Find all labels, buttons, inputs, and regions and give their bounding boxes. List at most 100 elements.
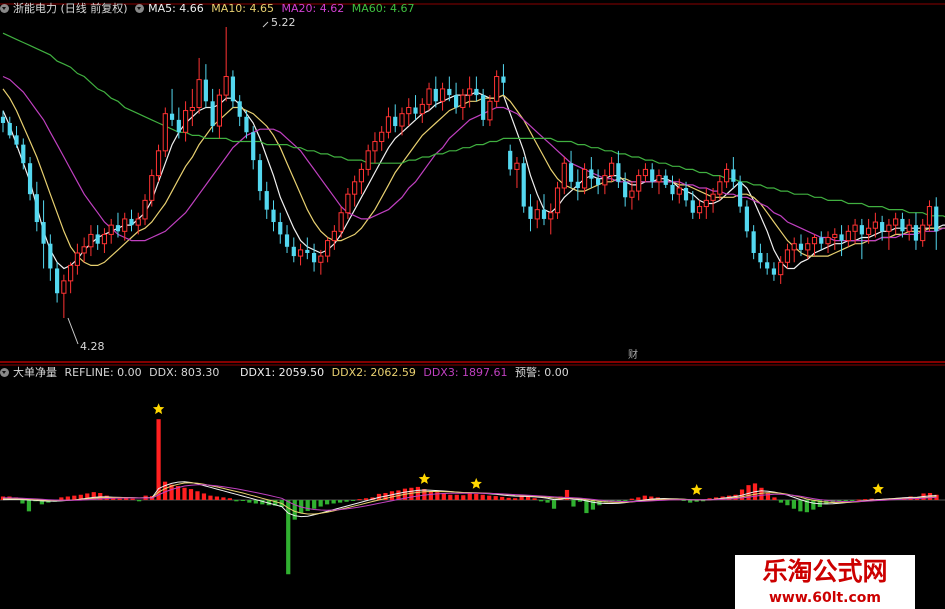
candle-body — [331, 230, 337, 242]
ddx-bar-positive — [474, 493, 479, 500]
candle-up — [365, 144, 371, 176]
candle-down — [771, 262, 777, 281]
candle-up — [467, 76, 473, 108]
ma10-label: MA10: 4.65 — [211, 2, 275, 15]
candle-down — [521, 157, 526, 213]
moving-average-lines — [2, 32, 945, 270]
candle-up — [61, 274, 67, 318]
candle-body — [623, 181, 628, 198]
ddx-bar-positive — [467, 493, 472, 500]
candle-body — [162, 113, 168, 152]
candle-body — [230, 76, 236, 102]
candle-body — [379, 131, 385, 143]
candle-body — [413, 107, 418, 114]
candle-up — [182, 101, 189, 142]
stock-title[interactable]: 浙能电力 (日线 前复权) — [13, 2, 128, 15]
candle-up — [318, 249, 324, 275]
candle-body — [880, 222, 885, 232]
candle-down — [291, 237, 296, 263]
star-icon — [690, 484, 703, 495]
candle-body — [508, 150, 513, 170]
candle-up — [439, 82, 446, 111]
candle-body — [122, 218, 128, 232]
chevron-down-icon[interactable] — [135, 4, 145, 13]
candle-body — [278, 222, 283, 235]
indicator-title[interactable]: 大单净量 — [13, 366, 57, 379]
ddx-bar-positive — [487, 495, 492, 500]
candle-body — [7, 122, 12, 136]
ddx-bar-positive — [629, 498, 634, 500]
candle-up — [101, 228, 108, 253]
finance-marker[interactable]: 财 — [628, 350, 638, 362]
candle-up — [88, 225, 94, 257]
candle-up — [906, 218, 912, 241]
ddx-bar-positive — [532, 498, 537, 500]
ddx-bar-negative — [247, 500, 252, 503]
ma60-line — [2, 32, 945, 218]
candle-down — [744, 200, 749, 238]
candle-up — [886, 218, 892, 250]
candle-down — [758, 243, 763, 269]
candle-body — [866, 227, 872, 235]
chevron-down-icon[interactable] — [0, 368, 9, 377]
candle-body — [852, 224, 858, 232]
chevron-down-icon[interactable] — [0, 4, 9, 13]
candle-body — [88, 233, 94, 248]
candle-body — [811, 237, 818, 245]
ma60-label: MA60: 4.67 — [351, 2, 415, 15]
ddx-bar-positive — [636, 497, 641, 500]
candle-body — [501, 76, 506, 83]
candle-up — [791, 237, 797, 263]
ddx-bar-positive — [227, 498, 233, 500]
candle-body — [48, 243, 53, 269]
candle-body — [467, 88, 473, 96]
candle-body — [101, 233, 108, 245]
candle-down — [230, 70, 236, 108]
candle-body — [791, 243, 797, 251]
candle-body — [81, 246, 87, 254]
candle-up — [893, 212, 899, 235]
candle-up — [866, 218, 872, 244]
ddx-bar-negative — [688, 500, 693, 503]
ddx-bar-positive — [188, 489, 194, 500]
star-icon — [872, 483, 884, 494]
candle-body — [372, 141, 378, 152]
candle-down — [474, 76, 479, 102]
ddx-bar-negative — [584, 500, 589, 514]
candle-up — [297, 243, 304, 266]
candle-body — [345, 193, 351, 214]
high-marker-line — [262, 21, 269, 28]
chart-canvas — [0, 3, 945, 575]
candle-body — [900, 218, 905, 232]
candle-body — [135, 218, 141, 226]
ddx-bar-negative — [850, 500, 855, 501]
candle-down — [819, 231, 824, 250]
candle-body — [832, 233, 838, 239]
ddx-bar-negative — [551, 500, 557, 509]
ddx-bar-negative — [798, 500, 803, 512]
candle-body — [176, 119, 181, 133]
candle-body — [95, 234, 100, 244]
candle-up — [74, 243, 80, 275]
candle-body — [642, 168, 649, 177]
candle-up — [642, 163, 649, 182]
candle-body — [494, 76, 500, 102]
ddx-bar-positive — [208, 495, 213, 500]
candle-down — [55, 262, 60, 303]
candle-up — [554, 181, 561, 219]
candle-down — [433, 76, 438, 108]
ddx-bar-positive — [221, 497, 226, 500]
candle-up — [223, 27, 229, 102]
candle-body — [55, 268, 60, 294]
candle-up — [845, 225, 851, 247]
candle-body — [784, 249, 791, 263]
candle-body — [758, 252, 763, 263]
candle-body — [602, 175, 608, 186]
watermark-url: www.60lt.com — [735, 589, 915, 609]
ddx-bar-positive — [513, 498, 518, 500]
candle-body — [216, 94, 222, 127]
candle-down — [663, 169, 668, 188]
candle-body — [68, 264, 74, 282]
candle-body — [751, 231, 756, 253]
ddx-bar-positive — [765, 493, 771, 500]
